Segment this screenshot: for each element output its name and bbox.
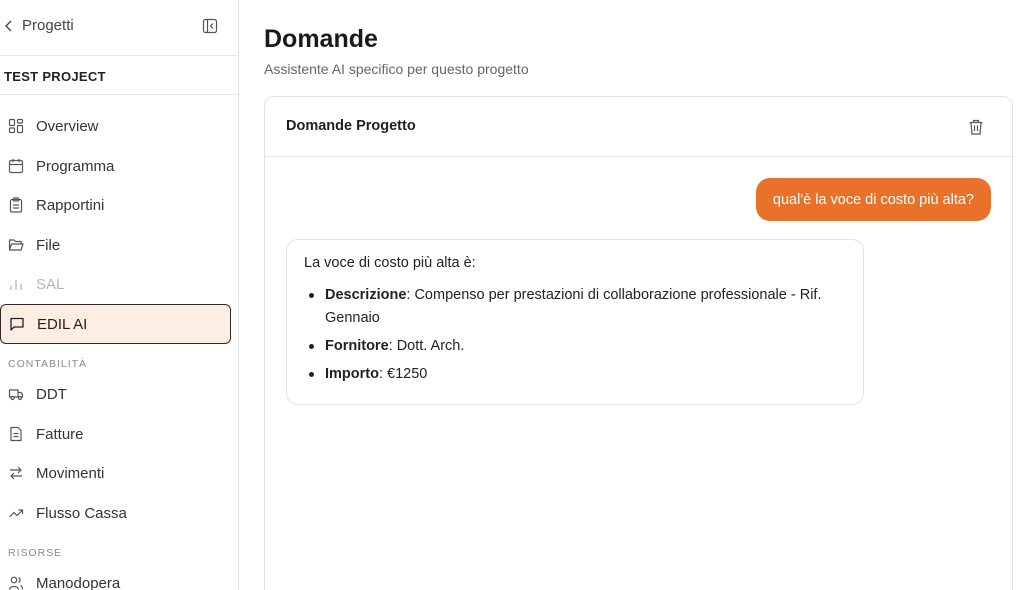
sidebar-item-flusso-cassa[interactable]: Flusso Cassa bbox=[0, 493, 231, 533]
sidebar-item-label: Overview bbox=[36, 117, 99, 135]
sidebar-item-label: DDT bbox=[36, 385, 67, 403]
message-square-icon bbox=[10, 317, 24, 331]
back-to-projects-link[interactable]: Progetti bbox=[4, 17, 74, 34]
list-item: Importo: €1250 bbox=[304, 363, 846, 386]
sidebar-item-label: Programma bbox=[36, 157, 115, 175]
trash-icon[interactable] bbox=[967, 118, 985, 136]
sidebar-item-label: EDIL AI bbox=[37, 315, 88, 333]
file-text-icon bbox=[10, 426, 22, 442]
sidebar: Progetti TEST PROJECT Overview Programma… bbox=[0, 0, 239, 590]
sidebar-item-file[interactable]: File bbox=[0, 225, 231, 265]
user-message: qual'è la voce di costo più alta? bbox=[755, 178, 991, 221]
bar-chart-icon bbox=[10, 280, 22, 290]
user-message-text: qual'è la voce di costo più alta? bbox=[772, 191, 974, 208]
arrows-left-right-icon bbox=[10, 466, 22, 480]
sidebar-item-movimenti[interactable]: Movimenti bbox=[0, 453, 231, 493]
sidebar-item-fatture[interactable]: Fatture bbox=[0, 414, 231, 454]
sidebar-item-label: Rapportini bbox=[36, 196, 105, 214]
sidebar-collapse-icon[interactable] bbox=[202, 18, 218, 34]
folder-open-icon bbox=[8, 239, 24, 251]
item-label: Importo bbox=[325, 366, 379, 382]
sidebar-item-edil-ai[interactable]: EDIL AI bbox=[0, 304, 231, 344]
ai-message-list: Descrizione: Compenso per prestazioni di… bbox=[304, 284, 846, 386]
section-label-contabilita: CONTABILITÀ bbox=[8, 358, 88, 370]
sidebar-item-ddt[interactable]: DDT bbox=[0, 374, 231, 414]
sidebar-item-label: SAL bbox=[36, 275, 65, 293]
sidebar-item-label: Manodopera bbox=[36, 574, 121, 590]
sidebar-item-overview[interactable]: Overview bbox=[0, 106, 231, 146]
sidebar-item-manodopera[interactable]: Manodopera bbox=[0, 563, 231, 590]
users-icon bbox=[8, 576, 24, 590]
sidebar-item-rapportini[interactable]: Rapportini bbox=[0, 185, 231, 225]
sidebar-item-label: Movimenti bbox=[36, 464, 105, 482]
trending-up-icon bbox=[9, 509, 24, 518]
ai-message: La voce di costo più alta è: Descrizione… bbox=[286, 239, 864, 405]
chat-card: Domande Progetto qual'è la voce di costo… bbox=[264, 96, 1013, 590]
item-value: : Dott. Arch. bbox=[388, 338, 465, 354]
chevron-left-icon bbox=[5, 20, 12, 31]
chat-card-title: Domande Progetto bbox=[286, 118, 416, 134]
page-subtitle: Assistente AI specifico per questo proge… bbox=[264, 61, 529, 77]
sidebar-item-label: Flusso Cassa bbox=[36, 504, 127, 522]
list-item: Descrizione: Compenso per prestazioni di… bbox=[304, 284, 846, 330]
calendar-icon bbox=[8, 159, 24, 174]
sidebar-item-label: Fatture bbox=[36, 425, 84, 443]
project-name: TEST PROJECT bbox=[4, 69, 106, 84]
page-title: Domande bbox=[264, 25, 378, 53]
sidebar-item-label: File bbox=[36, 236, 61, 254]
chat-card-header: Domande Progetto bbox=[265, 97, 1012, 157]
sidebar-item-programma[interactable]: Programma bbox=[0, 146, 231, 186]
section-label-risorse: RISORSE bbox=[8, 547, 63, 559]
ai-message-intro: La voce di costo più alta è: bbox=[304, 255, 476, 271]
project-header: TEST PROJECT bbox=[0, 55, 238, 95]
item-label: Fornitore bbox=[325, 338, 389, 354]
truck-icon bbox=[8, 389, 24, 401]
list-item: Fornitore: Dott. Arch. bbox=[304, 335, 846, 358]
main-content: Domande Assistente AI specifico per ques… bbox=[239, 0, 1024, 590]
sidebar-header: Progetti bbox=[0, 0, 238, 55]
layout-grid-icon bbox=[8, 118, 24, 134]
back-link-label: Progetti bbox=[22, 17, 74, 34]
item-value: : €1250 bbox=[378, 366, 428, 382]
item-label: Descrizione bbox=[325, 287, 407, 303]
clipboard-icon bbox=[9, 197, 23, 213]
sidebar-item-sal: SAL bbox=[0, 264, 231, 304]
